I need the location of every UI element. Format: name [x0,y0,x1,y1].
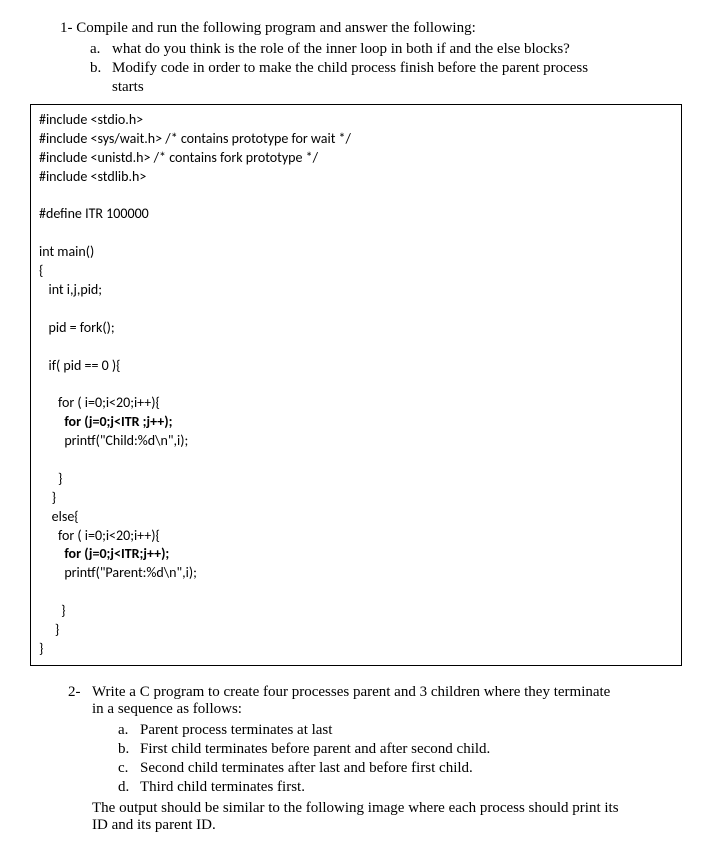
q2-text-line2: in a sequence as follows: [92,701,682,718]
q2-tail2: ID and its parent ID. [92,817,682,834]
q2-d-label: d. [118,779,140,796]
code-line: pid = fork(); [39,319,115,336]
q1-text: Compile and run the following program an… [76,20,476,36]
q1-b-cont: starts [112,79,682,96]
code-line: int i,j,pid; [39,281,102,298]
q2-c-text: Second child terminates after last and b… [140,760,682,777]
code-line: #include <stdio.h> [39,111,143,128]
code-line: } [39,602,66,619]
q1-number: 1- [60,20,73,36]
code-line: for ( i=0;i<20;i++){ [39,394,160,411]
code-line: printf("Parent:%d\n",i); [39,564,197,581]
q1-b-text: Modify code in order to make the child p… [112,60,682,77]
code-line: #define ITR 100000 [39,205,149,222]
code-line: } [39,470,62,487]
q2-a: a. Parent process terminates at last [118,722,682,739]
code-line: int main() [39,243,94,260]
question-2: 2- Write a C program to create four proc… [68,684,682,834]
code-line: for ( i=0;i<20;i++){ [39,527,160,544]
code-line: { [39,262,43,279]
code-line: for (j=0;j<ITR;j++); [39,545,169,562]
q2-c: c. Second child terminates after last an… [118,760,682,777]
code-line: printf("Child:%d\n",i); [39,432,188,449]
q2-b-text: First child terminates before parent and… [140,741,682,758]
q2-d-text: Third child terminates first. [140,779,682,796]
q1-a-label: a. [90,41,112,58]
q1-b-label: b. [90,60,112,77]
q1-sublist: a. what do you think is the role of the … [90,41,682,96]
q2-number: 2- [68,684,92,718]
q2-b-label: b. [118,741,140,758]
q2-c-label: c. [118,760,140,777]
q2-d: d. Third child terminates first. [118,779,682,796]
q2-text-line1: Write a C program to create four process… [92,684,682,701]
q1-a: a. what do you think is the role of the … [90,41,682,58]
q2-a-label: a. [118,722,140,739]
code-line: else{ [39,508,79,525]
code-line: #include <stdlib.h> [39,168,146,185]
code-line: } [39,621,59,638]
code-line: } [39,640,43,657]
q2-sublist: a. Parent process terminates at last b. … [118,722,682,796]
code-line: #include <unistd.h> /* contains fork pro… [39,149,318,166]
q1-b: b. Modify code in order to make the chil… [90,60,682,77]
q2-a-text: Parent process terminates at last [140,722,682,739]
q2-tail1: The output should be similar to the foll… [92,800,682,817]
question-1: 1- Compile and run the following program… [30,20,682,96]
code-line: #include <sys/wait.h> /* contains protot… [39,130,351,147]
q1-a-text: what do you think is the role of the inn… [112,41,682,58]
code-line: } [39,489,56,506]
q2-b: b. First child terminates before parent … [118,741,682,758]
code-block: #include <stdio.h> #include <sys/wait.h>… [30,104,682,666]
code-line: for (j=0;j<ITR ;j++); [39,413,172,430]
code-line: if( pid == 0 ){ [39,357,121,374]
